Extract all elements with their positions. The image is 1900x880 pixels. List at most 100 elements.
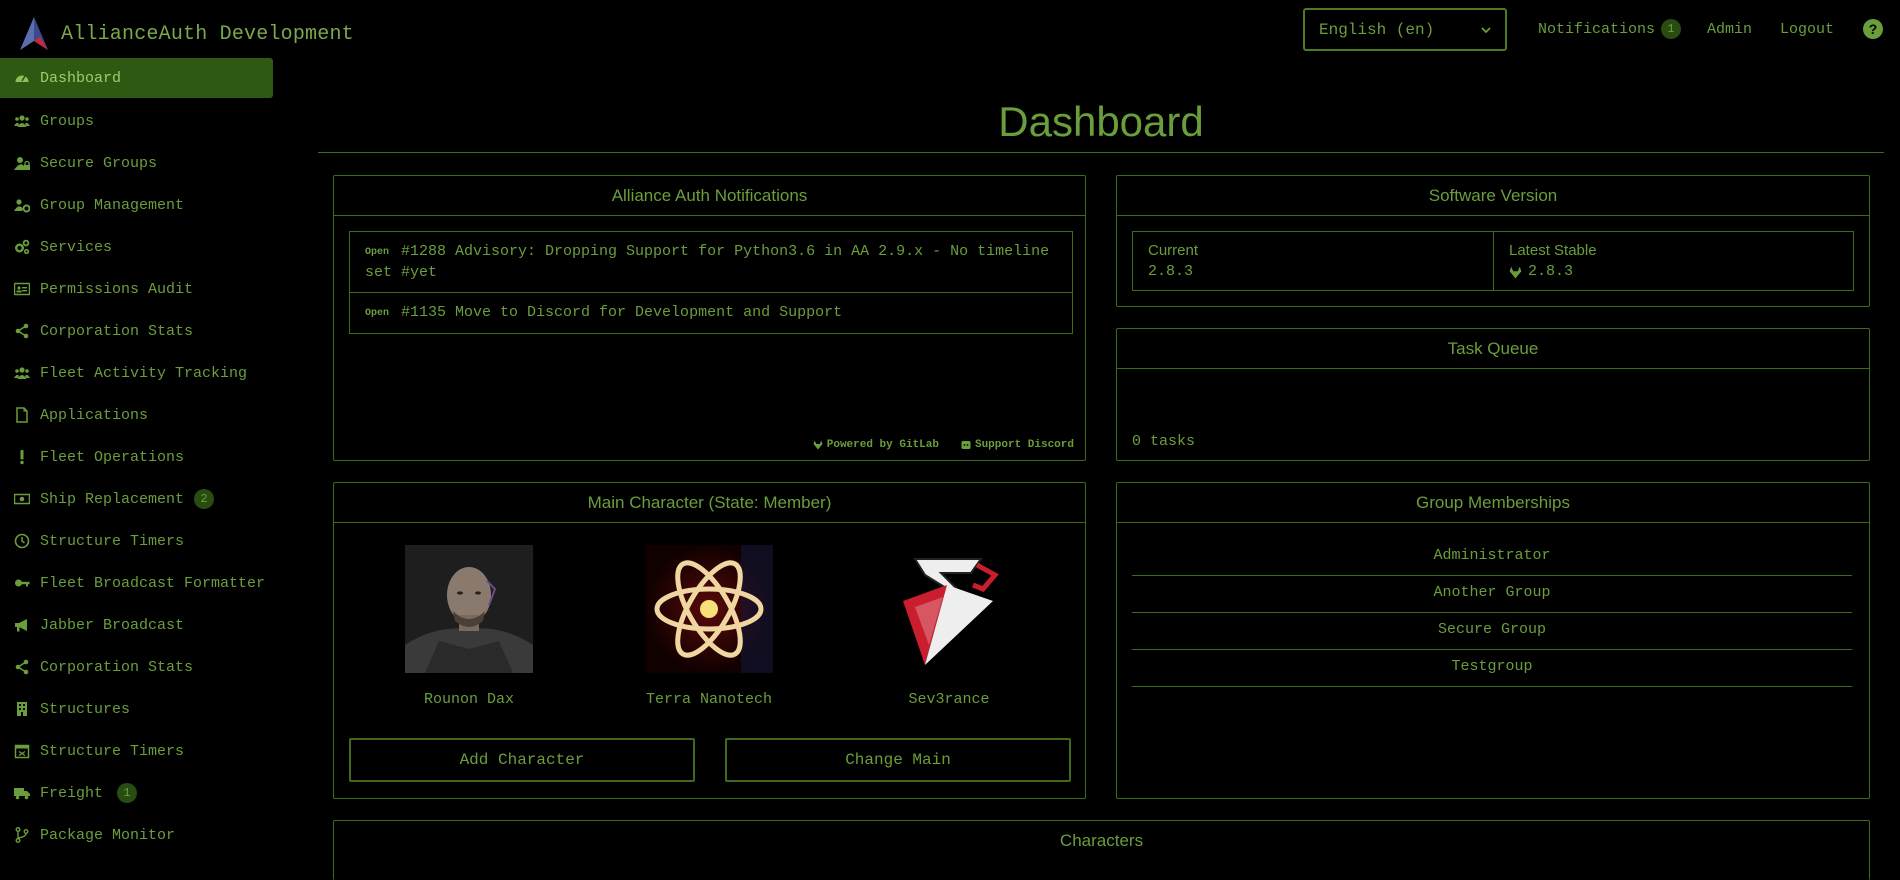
character-name: Rounon Dax [423, 691, 514, 708]
sidebar-item-label: Ship Replacement [40, 490, 185, 508]
group-row: Testgroup [1132, 649, 1852, 687]
sidebar-item-label: Fleet Broadcast Formatter [40, 574, 266, 592]
logout-label: Logout [1780, 20, 1835, 38]
sidebar-item-structures[interactable]: Structures [0, 688, 273, 730]
users-icon [14, 115, 30, 127]
current-version-value: 2.8.3 [1148, 263, 1194, 280]
chevron-down-icon [1481, 26, 1491, 33]
sidebar-item-structure-timers[interactable]: Structure Timers [0, 520, 273, 562]
sidebar-item-corporation-stats-2[interactable]: Corporation Stats [0, 646, 273, 688]
alliance-logo-card: Sev3rance [884, 545, 1014, 708]
group-memberships-title: Group Memberships [1117, 483, 1869, 523]
language-selected-value: English (en) [1319, 20, 1435, 39]
group-row: Secure Group [1132, 612, 1852, 650]
sidebar-item-label: Group Management [40, 196, 185, 214]
sidebar-item-jabber-broadcast[interactable]: Jabber Broadcast [0, 604, 273, 646]
sidebar-item-groups[interactable]: Groups [0, 100, 273, 142]
sidebar-item-services[interactable]: Services [0, 226, 273, 268]
support-discord-label: Support Discord [974, 439, 1074, 451]
truck-icon [14, 788, 30, 800]
brand[interactable]: AllianceAuth Development [18, 16, 354, 52]
users-icon [14, 367, 30, 379]
sidebar-item-package-monitor[interactable]: Package Monitor [0, 814, 273, 856]
sidebar-item-label: Corporation Stats [40, 658, 194, 676]
sidebar-item-permissions-audit[interactable]: Permissions Audit [0, 268, 273, 310]
admin-link[interactable]: Admin [1707, 18, 1752, 40]
notifications-label: Notifications [1538, 20, 1656, 38]
sidebar-item-fleet-operations[interactable]: Fleet Operations [0, 436, 273, 478]
page-title: Dashboard [998, 98, 1204, 145]
powered-by-label: Powered by GitLab [826, 439, 939, 451]
latest-version-row: 2.8.3 [1509, 262, 1838, 282]
sidebar-item-dashboard[interactable]: Dashboard [0, 58, 273, 98]
notification-item[interactable]: Open #1135 Move to Discord for Developmen… [350, 292, 1072, 333]
change-main-button[interactable]: Change Main [725, 738, 1071, 782]
freight-count-badge: 1 [117, 783, 138, 803]
sidebar-item-label: Structures [40, 700, 131, 718]
software-version-title: Software Version [1117, 176, 1869, 216]
add-character-button[interactable]: Add Character [349, 738, 695, 782]
group-memberships-panel: Group Memberships Administrator Another … [1116, 482, 1870, 799]
sidebar-item-label: Dashboard [40, 69, 122, 87]
file-icon [16, 407, 28, 423]
sidebar-item-group-management[interactable]: Group Management [0, 184, 273, 226]
cogs-icon [15, 239, 30, 255]
notifications-footer: Powered by GitLab Support Discord [813, 439, 1074, 451]
ship-replacement-count-badge: 2 [194, 489, 215, 509]
notification-text: #1288 Advisory: Dropping Support for Pyt… [365, 243, 1050, 281]
sidebar-nav: Dashboard Groups Secure Groups Group Man… [0, 58, 273, 856]
notifications-link[interactable]: Notifications 1 [1538, 18, 1682, 40]
software-version-panel: Software Version Current 2.8.3 Latest St… [1116, 175, 1870, 307]
sidebar-item-freight[interactable]: Freight 1 [0, 772, 273, 814]
corporation-logo-card: Terra Nanotech [644, 545, 774, 708]
sidebar-item-label: Groups [40, 112, 95, 130]
sidebar-item-ship-replacement[interactable]: Ship Replacement 2 [0, 478, 273, 520]
app-name: AllianceAuth Development [61, 22, 354, 46]
characters-panel: Characters [333, 820, 1870, 880]
sidebar-item-fleet-broadcast-formatter[interactable]: Fleet Broadcast Formatter [0, 562, 273, 604]
clock-icon [14, 533, 30, 549]
sidebar-item-label: Fleet Activity Tracking [40, 364, 248, 382]
characters-panel-title: Characters [1059, 831, 1144, 850]
notification-text: #1135 Move to Discord for Development an… [401, 304, 843, 321]
sidebar-item-corporation-stats[interactable]: Corporation Stats [0, 310, 273, 352]
alliance-logo [885, 545, 1013, 673]
sidebar-item-label: Applications [40, 406, 149, 424]
language-select[interactable]: English (en) [1303, 8, 1507, 51]
powered-by-gitlab-link[interactable]: Powered by GitLab [813, 439, 939, 451]
sidebar-item-label: Jabber Broadcast [40, 616, 185, 634]
building-icon [17, 702, 27, 716]
code-branch-icon [15, 827, 29, 843]
sidebar-item-label: Secure Groups [40, 154, 158, 172]
tachometer-icon [15, 75, 29, 82]
share-icon [15, 659, 29, 675]
user-lock-icon [14, 157, 30, 170]
share-icon [15, 323, 29, 339]
sidebar-item-structure-timers-2[interactable]: Structure Timers [0, 730, 273, 772]
latest-version-value: 2.8.3 [1528, 263, 1574, 280]
alliance-auth-logo-icon [20, 17, 48, 50]
sidebar-item-label: Fleet Operations [40, 448, 185, 466]
main-character-panel: Main Character (State: Member) Rounon Da… [333, 482, 1086, 799]
notification-item[interactable]: Open #1288 Advisory: Dropping Support for… [350, 232, 1072, 292]
corporation-name: Terra Nanotech [645, 691, 773, 708]
sidebar-item-applications[interactable]: Applications [0, 394, 273, 436]
question-circle-icon[interactable]: ? [1862, 18, 1884, 40]
sidebar-item-label: Services [40, 238, 113, 256]
character-portrait [405, 545, 533, 673]
sidebar-item-label: Package Monitor [40, 826, 176, 844]
support-discord-link[interactable]: Support Discord [961, 439, 1074, 451]
sidebar-item-label: Corporation Stats [40, 322, 194, 340]
latest-version-box: Latest Stable 2.8.3 [1493, 231, 1854, 291]
group-row: Administrator [1132, 538, 1852, 576]
logout-link[interactable]: Logout [1780, 18, 1834, 40]
status-badge: Open [365, 308, 390, 319]
sidebar-item-secure-groups[interactable]: Secure Groups [0, 142, 273, 184]
corporation-logo [645, 545, 773, 673]
sidebar-item-fleet-activity-tracking[interactable]: Fleet Activity Tracking [0, 352, 273, 394]
money-bill-icon [14, 493, 30, 505]
latest-version-label: Latest Stable [1509, 242, 1597, 259]
exclamation-icon [20, 450, 24, 465]
sidebar-item-label: Structure Timers [40, 532, 185, 550]
character-portrait-card: Rounon Dax [404, 545, 534, 708]
